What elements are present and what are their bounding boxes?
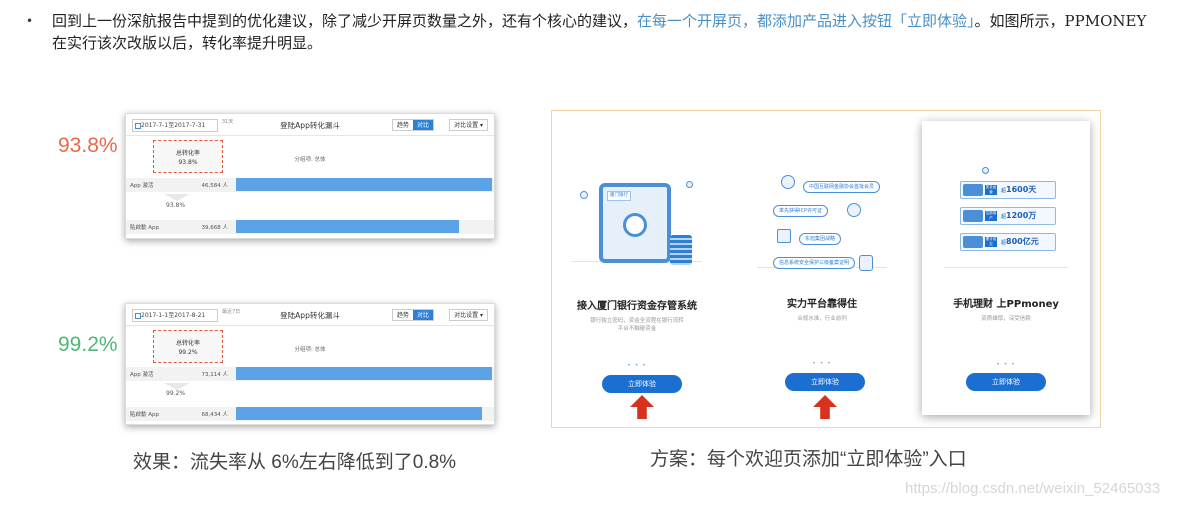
watermark: https://blog.csdn.net/weixin_52465033	[905, 480, 1161, 497]
step-rate: 99.2%	[166, 390, 186, 397]
badge-security: 信息系统安全保护三级备案证明	[773, 257, 856, 269]
funnel-step-1: App 激活 46,584 人	[126, 178, 494, 192]
step-value: 39,668 人	[201, 225, 229, 231]
sparkle-icon	[686, 181, 693, 188]
welcome-screens-panel: 厦门银行 接入厦门银行资金存管系统 银行独立密码，资金全流程在银行流转 平台不触…	[551, 110, 1101, 428]
tab-trend: 趋势	[396, 122, 409, 129]
document-icon	[963, 236, 983, 248]
step-value: 46,584 人	[201, 183, 229, 189]
screen-title: 接入厦门银行资金存管系统	[577, 301, 697, 312]
step-arrow	[164, 383, 190, 390]
step-rate: 93.8%	[166, 202, 186, 209]
screen-title: 手机理财 上PPmoney	[953, 299, 1059, 310]
percent-after: 99.2%	[58, 333, 118, 356]
paragraph-text-before: 回到上一份深航报告中提到的优化建议，除了减少开屏页数量之外，还有个核心的建议，	[52, 12, 638, 30]
welcome-screen-2: 中国互联网金融协会首批会员 率先获得ICP许可证 东旭集团战略 信息系统安全保护…	[737, 111, 907, 429]
badge-icp: 率先获得ICP许可证	[773, 205, 828, 217]
compare-settings: 对比设置 ▾	[449, 119, 488, 131]
stat-total-volume: 累计成交 超800亿元	[960, 233, 1056, 251]
funnel-header: 2017-1-1至2017-8-21 最近7日 登陆App转化漏斗 趋势 对比 …	[126, 304, 494, 326]
step-label: 貼啟動 App	[130, 225, 159, 231]
step-bar	[236, 367, 492, 380]
stat-value: 1600天	[1006, 185, 1037, 194]
try-now-button[interactable]: 立即体验	[602, 375, 682, 393]
screen-subtitle: 银行独立密码，资金全流程在银行流转	[590, 318, 684, 324]
funnel-step-2: 貼啟動 App 68,434 人	[126, 407, 494, 421]
users-icon	[963, 210, 983, 222]
welcome-screen-1: 厦门银行 接入厦门银行资金存管系统 银行独立密码，资金全流程在银行流转 平台不触…	[552, 111, 722, 429]
funnel-screenshot-after: 2017-1-1至2017-8-21 最近7日 登陆App转化漏斗 趋势 对比 …	[125, 303, 495, 425]
step-bar	[236, 178, 492, 191]
page-dots: • • •	[812, 360, 832, 367]
funnel-header: 2017-7-1至2017-7-31 31天 登陆App转化漏斗 趋势 对比 对…	[126, 114, 494, 136]
try-now-button[interactable]: 立即体验	[966, 373, 1046, 391]
step-label: 貼啟動 App	[130, 412, 159, 418]
step-bar	[236, 220, 460, 233]
screen-title: 实力平台靠得住	[787, 299, 857, 310]
compare-settings: 对比设置 ▾	[449, 309, 488, 321]
shield-icon	[859, 255, 873, 271]
up-arrow-icon	[630, 395, 654, 419]
step-label: App 激活	[130, 372, 154, 378]
badge-member: 中国互联网金融协会首批会员	[803, 181, 881, 193]
page-dots: • • •	[996, 361, 1016, 368]
try-now-button[interactable]: 立即体验	[785, 373, 865, 391]
building-icon	[777, 229, 791, 243]
funnel-title: 登陆App转化漏斗	[280, 311, 340, 320]
badge-strategy: 东旭集团战略	[799, 233, 842, 245]
tab-compare: 对比	[412, 310, 433, 320]
chart-icon	[963, 184, 983, 196]
step-arrow	[164, 194, 190, 201]
intro-paragraph: • 回到上一份深航报告中提到的优化建议，除了减少开屏页数量之外，还有个核心的建议…	[26, 10, 1160, 54]
stat-tag: 累计成交	[985, 237, 997, 247]
stat-value: 800亿元	[1006, 237, 1039, 246]
funnel-step-1: App 激活 73,114 人	[126, 367, 494, 381]
screen-subtitle: 合规水准，行业前列	[797, 316, 847, 322]
welcome-screen-3: 安全运营 超1600天 注册用户 超1200万 累计成交 超800亿元 手机理财…	[922, 121, 1090, 415]
sparkle-icon	[982, 167, 989, 174]
medal-icon	[847, 203, 861, 217]
dimension-label: 分组项: 总体	[294, 157, 326, 163]
view-toggle: 趋势 对比	[391, 119, 434, 131]
paragraph-highlight: 在每一个开屏页，都添加产品进入按钮「立即体验」	[637, 12, 975, 30]
bullet: •	[26, 14, 34, 28]
stat-registered-users: 注册用户 超1200万	[960, 207, 1056, 225]
screen-subtitle: 资质雄厚，深受信赖	[981, 316, 1031, 322]
step-bar	[236, 407, 483, 420]
safe-dial-icon	[623, 213, 647, 237]
tab-compare: 对比	[412, 120, 433, 130]
money-bag-icon	[781, 175, 795, 189]
caption-effect: 效果：流失率从 6%左右降低到了0.8%	[133, 452, 457, 473]
step-value: 68,434 人	[201, 412, 229, 418]
stat-operation-days: 安全运营 超1600天	[960, 181, 1056, 199]
stat-tag: 注册用户	[985, 211, 997, 221]
stat-value: 1200万	[1006, 211, 1037, 220]
caption-solution: 方案：每个欢迎页添加“立即体验”入口	[650, 449, 967, 470]
dimension-label: 分组项: 总体	[294, 347, 326, 353]
tab-trend: 趋势	[396, 312, 409, 319]
step-value: 73,114 人	[201, 372, 229, 378]
step-label: App 激活	[130, 183, 154, 189]
up-arrow-icon	[813, 395, 837, 419]
funnel-screenshot-before: 2017-7-1至2017-7-31 31天 登陆App转化漏斗 趋势 对比 对…	[125, 113, 495, 239]
coins-icon	[670, 235, 692, 265]
view-toggle: 趋势 对比	[391, 309, 434, 321]
stat-tag: 安全运营	[985, 185, 997, 195]
safe-icon: 厦门银行	[599, 183, 671, 263]
cloud-icon	[580, 191, 588, 199]
percent-before: 93.8%	[58, 134, 118, 157]
page-dots: • • •	[627, 362, 647, 369]
funnel-title: 登陆App转化漏斗	[280, 121, 340, 130]
funnel-step-2: 貼啟動 App 39,668 人	[126, 220, 494, 234]
screen-subtitle-2: 平台不触碰资金	[617, 326, 657, 332]
bank-label: 厦门银行	[607, 191, 631, 201]
